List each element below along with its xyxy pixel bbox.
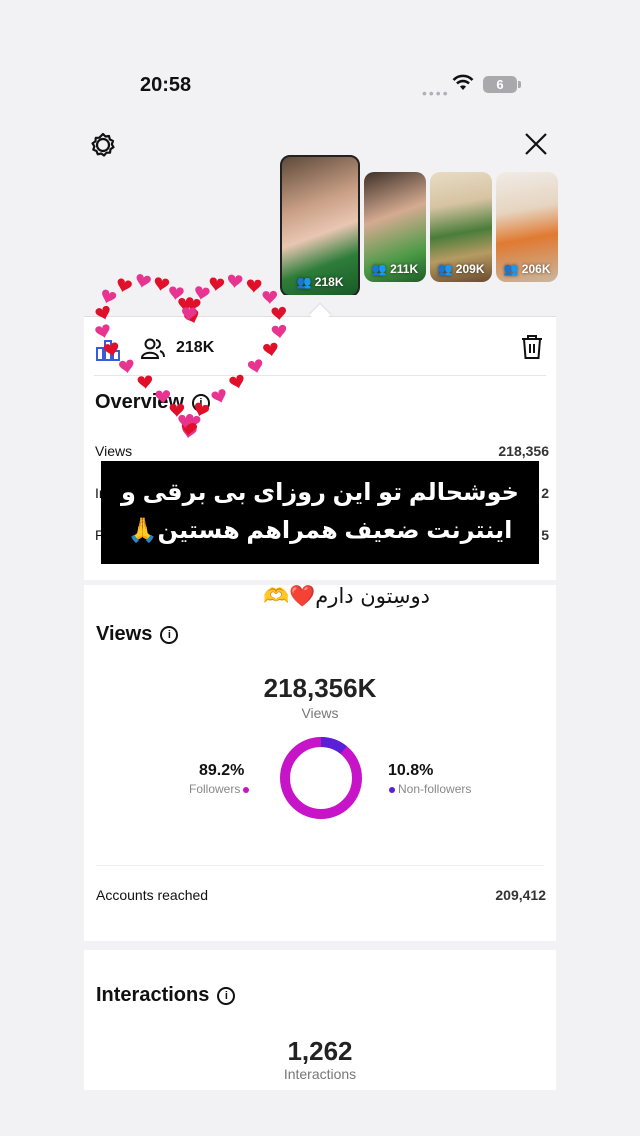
heart-icon (211, 389, 226, 404)
heart-icon (195, 286, 210, 301)
heart-icon (262, 290, 278, 305)
close-icon[interactable] (524, 132, 548, 156)
thumbnail-count: 👥 218K (296, 275, 344, 289)
row-label: Accounts reached (96, 887, 209, 903)
thumbnail-count: 👥 211K (371, 262, 419, 276)
heart-icon (136, 274, 151, 288)
non-followers-label: Non-followers (386, 782, 471, 796)
heart-icon (117, 278, 132, 293)
followers-label: Followers (189, 782, 252, 796)
handwritten-text: دوسِتون دارم❤️🫶 (263, 584, 430, 608)
heart-icon (271, 324, 287, 339)
interactions-total-label: Interactions (283, 1066, 357, 1082)
heart-icon (227, 274, 243, 289)
heart-icon (246, 279, 262, 293)
followers-dot (243, 786, 250, 793)
interactions-title: Interactions i (96, 984, 236, 1007)
cellular-signal-icon: •••• (422, 85, 450, 101)
heart-icon (154, 277, 170, 292)
heart-icon (95, 305, 110, 320)
interactions-total: 1,262 (287, 1036, 353, 1066)
heart-icon (229, 374, 244, 389)
caption-line: اینترنت ضعیف همراهم هستین🙏 (127, 517, 513, 544)
heart-icon (119, 359, 134, 374)
heart-icon (263, 342, 278, 357)
views-total-label: Views (301, 705, 339, 721)
non-followers-dot (389, 786, 395, 793)
followers-percent: 89.2% (199, 762, 245, 779)
reel-thumbnail-selected[interactable]: 👥 218K (280, 155, 360, 295)
status-bar: 20:58 •••• 6 (0, 0, 640, 110)
row-value: 209,412 (495, 887, 546, 903)
row-value: 218,356 (498, 443, 549, 459)
heart-icon (95, 324, 110, 339)
interactions-card: Interactions i 1,262 Interactions (84, 950, 556, 1090)
wifi-icon (452, 74, 474, 90)
trash-icon[interactable] (520, 334, 544, 360)
heart-icon (137, 375, 153, 390)
heart-icon (194, 402, 210, 417)
heart-icon (271, 306, 286, 321)
heart-icon (209, 277, 225, 292)
heart-icon (103, 342, 119, 357)
info-icon[interactable]: i (217, 986, 236, 1005)
heart-icon (155, 390, 171, 404)
heart-icon (247, 359, 263, 374)
row-value: 5 (541, 527, 549, 543)
overview-row-views: Views 218,356 (95, 443, 549, 459)
non-followers-percent: 10.8% (388, 762, 434, 779)
caption-line: خوشحالم تو این روزای بی برقی و (121, 479, 519, 506)
reel-thumbnails: 👥 218K 👥 211K 👥 209K 👥 206K (278, 155, 558, 295)
hearts-decoration (95, 274, 287, 439)
battery-icon: 6 (483, 76, 517, 93)
thumbnail-count: 👥 206K (503, 262, 551, 276)
thumbnail-count: 👥 209K (437, 262, 485, 276)
views-donut-chart (280, 737, 362, 819)
accounts-reached-row: Accounts reached 209,412 (96, 887, 546, 903)
info-icon[interactable]: i (160, 625, 179, 644)
views-title: Views i (96, 623, 179, 646)
reel-thumbnail[interactable]: 👥 211K (364, 172, 426, 282)
row-value: 2 (541, 485, 549, 501)
heart-icon (102, 289, 117, 304)
status-time: 20:58 (140, 74, 192, 96)
battery-tip (518, 81, 521, 88)
reel-thumbnail[interactable]: 👥 206K (496, 172, 558, 282)
views-card: Views i 218,356K Views 89.2% Followers 10… (84, 585, 556, 941)
views-total: 218,356K (263, 673, 377, 703)
reel-thumbnail[interactable]: 👥 209K (430, 172, 492, 282)
story-caption: خوشحالم تو این روزای بی برقی و اینترنت ض… (101, 461, 539, 564)
settings-gear-icon[interactable] (90, 132, 116, 158)
followers-arc (280, 737, 362, 819)
row-label: Views (95, 443, 133, 459)
divider (96, 865, 544, 866)
